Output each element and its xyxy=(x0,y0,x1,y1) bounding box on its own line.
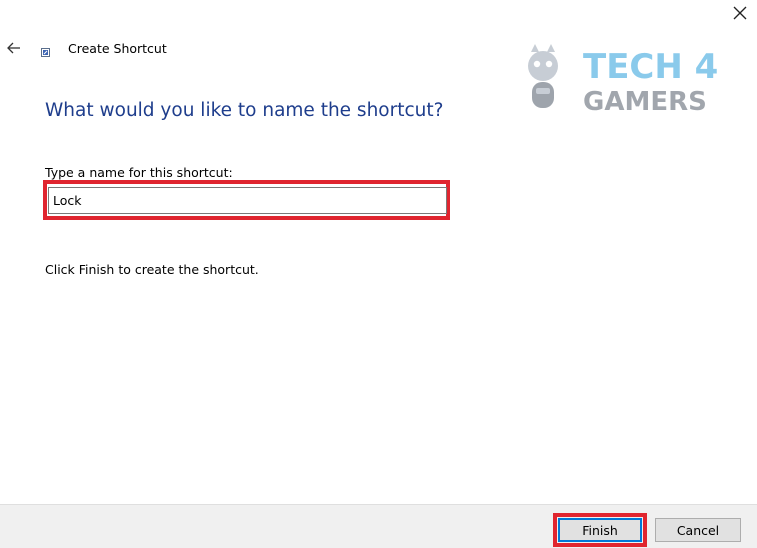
arrow-left-icon xyxy=(7,42,20,54)
create-shortcut-window: Create Shortcut TECH 4 GAMERS What would… xyxy=(0,0,757,548)
close-button[interactable] xyxy=(727,2,753,24)
back-button[interactable] xyxy=(4,38,24,58)
finish-button[interactable]: Finish xyxy=(558,518,642,542)
shortcut-name-input[interactable] xyxy=(48,187,447,214)
shortcut-icon xyxy=(41,48,50,57)
finish-instruction: Click Finish to create the shortcut. xyxy=(45,262,259,277)
name-field-label: Type a name for this shortcut: xyxy=(45,165,233,180)
close-icon xyxy=(733,6,747,20)
logo-line1: TECH 4 xyxy=(583,47,718,87)
wizard-title: Create Shortcut xyxy=(68,41,167,56)
page-heading: What would you like to name the shortcut… xyxy=(45,100,444,121)
tech4gamers-logo: TECH 4 GAMERS xyxy=(528,44,718,114)
logo-line2: GAMERS xyxy=(583,87,707,114)
cancel-button[interactable]: Cancel xyxy=(655,518,741,542)
mascot-icon xyxy=(528,44,558,108)
